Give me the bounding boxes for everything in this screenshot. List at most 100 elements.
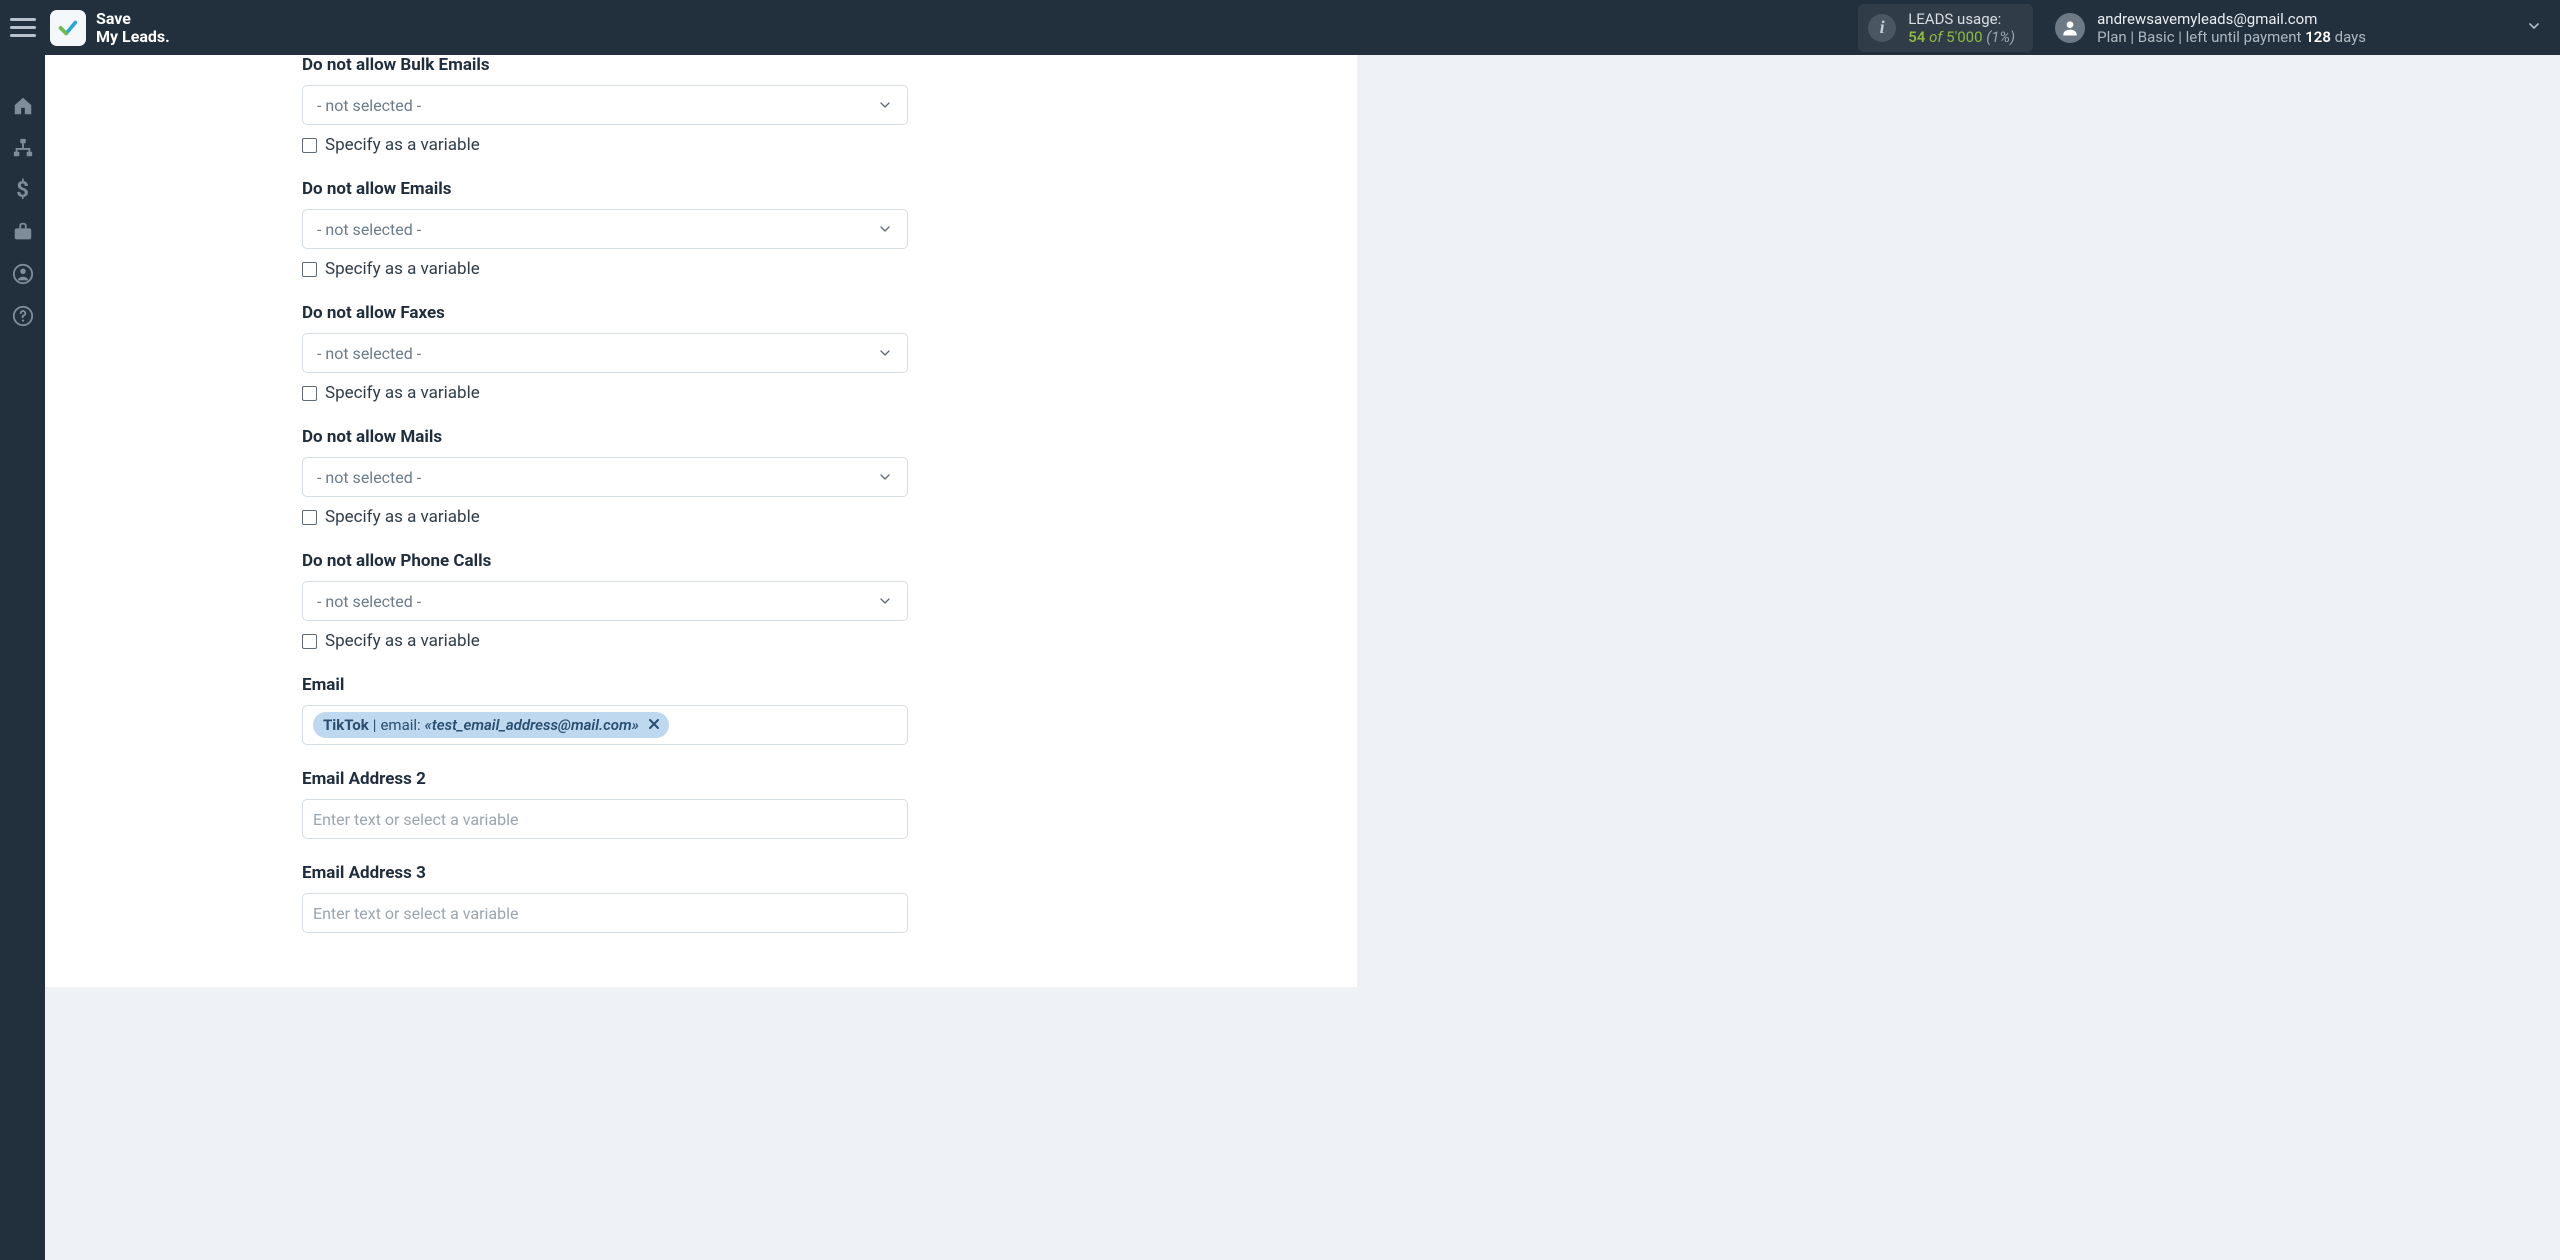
chevron-down-icon <box>877 593 893 609</box>
field-label: Email <box>302 675 1357 695</box>
account-email: andrewsavemyleads@gmail.com <box>2097 10 2366 28</box>
phone-calls-variable-checkbox[interactable] <box>302 634 317 649</box>
field-label: Email Address 2 <box>302 769 1357 789</box>
sidebar-item-billing[interactable]: $ <box>0 169 45 211</box>
leads-usage-of: of <box>1929 28 1942 46</box>
app-sidebar: $ <box>0 55 45 1260</box>
email-input[interactable]: TikTok | email: «test_email_address@mail… <box>302 705 908 745</box>
variable-chip: TikTok | email: «test_email_address@mail… <box>313 712 669 738</box>
field-label: Do not allow Emails <box>302 179 1357 199</box>
select-value: - not selected - <box>317 592 421 611</box>
field-email: Email TikTok | email: «test_email_addres… <box>302 675 1357 745</box>
field-phone-calls: Do not allow Phone Calls - not selected … <box>302 551 1357 651</box>
bulk-emails-variable-checkbox[interactable] <box>302 138 317 153</box>
input-placeholder: Enter text or select a variable <box>313 904 519 923</box>
checkmark-icon <box>57 17 79 39</box>
chevron-down-icon <box>877 97 893 113</box>
logo-line1: Save <box>96 9 131 28</box>
field-faxes: Do not allow Faxes - not selected - Spec… <box>302 303 1357 403</box>
field-email-2: Email Address 2 Enter text or select a v… <box>302 769 1357 839</box>
mails-variable-checkbox[interactable] <box>302 510 317 525</box>
avatar <box>2055 13 2085 43</box>
chevron-down-icon <box>877 469 893 485</box>
chip-field: email: <box>380 716 420 734</box>
checkbox-label: Specify as a variable <box>325 631 480 651</box>
field-label: Do not allow Faxes <box>302 303 1357 323</box>
email-3-input[interactable]: Enter text or select a variable <box>302 893 908 933</box>
faxes-variable-checkbox[interactable] <box>302 386 317 401</box>
app-logo[interactable]: Save My Leads. <box>50 10 170 46</box>
account-text: andrewsavemyleads@gmail.com Plan | Basic… <box>2097 10 2366 46</box>
chevron-down-icon <box>877 345 893 361</box>
email-2-input[interactable]: Enter text or select a variable <box>302 799 908 839</box>
close-icon <box>649 719 659 729</box>
plan-sep: | left until payment <box>2178 28 2301 46</box>
field-label: Email Address 3 <box>302 863 1357 883</box>
hamburger-bar-icon <box>10 34 36 37</box>
leads-usage-current: 54 <box>1908 28 1925 46</box>
leads-usage-percent: (1%) <box>1986 28 2015 46</box>
select-value: - not selected - <box>317 468 421 487</box>
sidebar-item-home[interactable] <box>0 85 45 127</box>
checkbox-label: Specify as a variable <box>325 383 480 403</box>
page-body: Do not allow Bulk Emails - not selected … <box>45 0 2560 1260</box>
phone-calls-variable-row: Specify as a variable <box>302 631 1357 651</box>
logo-text: Save My Leads. <box>96 10 170 45</box>
account-plan: Plan | Basic | left until payment 128 da… <box>2097 28 2366 46</box>
emails-select[interactable]: - not selected - <box>302 209 908 249</box>
question-circle-icon <box>12 305 34 327</box>
plan-name: Basic <box>2138 28 2175 46</box>
logo-badge <box>50 10 86 46</box>
faxes-variable-row: Specify as a variable <box>302 383 1357 403</box>
sidebar-item-connections[interactable] <box>0 127 45 169</box>
person-circle-icon <box>12 263 34 285</box>
bulk-emails-variable-row: Specify as a variable <box>302 135 1357 155</box>
logo-line2: My Leads. <box>96 27 170 46</box>
home-icon <box>12 95 34 117</box>
hamburger-bar-icon <box>10 26 36 29</box>
leads-usage-total: 5'000 <box>1946 28 1982 46</box>
bulk-emails-select[interactable]: - not selected - <box>302 85 908 125</box>
faxes-select[interactable]: - not selected - <box>302 333 908 373</box>
chip-remove-button[interactable] <box>649 717 659 733</box>
mails-variable-row: Specify as a variable <box>302 507 1357 527</box>
field-label: Do not allow Mails <box>302 427 1357 447</box>
emails-variable-checkbox[interactable] <box>302 262 317 277</box>
sidebar-item-work[interactable] <box>0 211 45 253</box>
checkbox-label: Specify as a variable <box>325 259 480 279</box>
input-placeholder: Enter text or select a variable <box>313 810 519 829</box>
chip-source: TikTok <box>323 716 369 734</box>
hamburger-bar-icon <box>10 18 36 21</box>
chip-sep: | <box>373 716 377 734</box>
field-label: Do not allow Bulk Emails <box>302 55 1357 75</box>
header-dropdown-button[interactable] <box>2526 18 2542 38</box>
chip-value: «test_email_address@mail.com» <box>425 716 639 734</box>
form-panel: Do not allow Bulk Emails - not selected … <box>45 55 1357 987</box>
field-label: Do not allow Phone Calls <box>302 551 1357 571</box>
sitemap-icon <box>12 137 34 159</box>
chevron-down-icon <box>877 221 893 237</box>
phone-calls-select[interactable]: - not selected - <box>302 581 908 621</box>
dollar-icon: $ <box>16 178 29 203</box>
leads-usage-panel[interactable]: i LEADS usage: 54 of 5'000 (1%) <box>1858 4 2033 52</box>
sidebar-item-help[interactable] <box>0 295 45 337</box>
checkbox-label: Specify as a variable <box>325 507 480 527</box>
app-header: Save My Leads. i LEADS usage: 54 of 5'00… <box>0 0 2560 55</box>
select-value: - not selected - <box>317 344 421 363</box>
mails-select[interactable]: - not selected - <box>302 457 908 497</box>
plan-days-number: 128 <box>2305 28 2331 46</box>
select-value: - not selected - <box>317 96 421 115</box>
sidebar-item-profile[interactable] <box>0 253 45 295</box>
info-icon: i <box>1868 14 1896 42</box>
leads-usage-values: 54 of 5'000 (1%) <box>1908 28 2015 46</box>
leads-usage-label: LEADS usage: <box>1908 10 2015 28</box>
menu-toggle-button[interactable] <box>10 15 36 41</box>
field-email-3: Email Address 3 Enter text or select a v… <box>302 863 1357 933</box>
field-bulk-emails: Do not allow Bulk Emails - not selected … <box>302 55 1357 155</box>
field-emails: Do not allow Emails - not selected - Spe… <box>302 179 1357 279</box>
plan-prefix: Plan | <box>2097 28 2134 46</box>
checkbox-label: Specify as a variable <box>325 135 480 155</box>
leads-usage-text: LEADS usage: 54 of 5'000 (1%) <box>1908 10 2015 46</box>
account-menu[interactable]: andrewsavemyleads@gmail.com Plan | Basic… <box>2055 10 2366 46</box>
select-value: - not selected - <box>317 220 421 239</box>
